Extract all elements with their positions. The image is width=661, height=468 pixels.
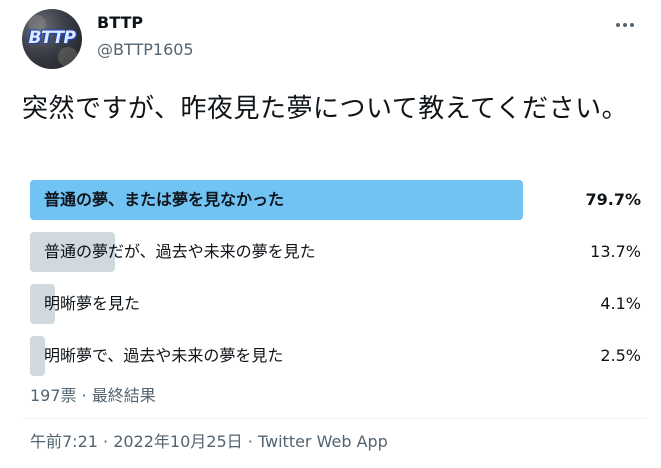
poll-option-label: 普通の夢、または夢を見なかった	[44, 190, 285, 209]
poll-summary: 197票 · 最終結果	[30, 386, 156, 405]
tweet-timestamp[interactable]: 午前7:21 · 2022年10月25日 · Twitter Web App	[30, 428, 388, 452]
poll-option-label: 普通の夢だが、過去や未来の夢を見た	[44, 242, 316, 261]
author-name[interactable]: BTTP	[97, 13, 143, 32]
poll-result-bar	[30, 336, 45, 376]
poll-option-percent: 79.7%	[585, 190, 641, 209]
poll-option-percent: 13.7%	[590, 242, 641, 261]
tweet-text: 突然ですが、昨夜見た夢について教えてください。	[22, 94, 629, 124]
more-horizontal-icon[interactable]	[612, 14, 638, 36]
poll: 普通の夢、または夢を見なかった 79.7% 普通の夢だが、過去や未来の夢を見た …	[22, 180, 647, 388]
avatar-decoration	[58, 47, 78, 67]
more-dot	[630, 23, 634, 27]
poll-option-percent: 2.5%	[600, 346, 641, 365]
avatar-logo: BTTP	[28, 28, 77, 48]
divider	[22, 418, 647, 419]
poll-option: 明晰夢を見た 4.1%	[22, 284, 647, 324]
more-dot	[623, 23, 627, 27]
poll-option-label: 明晰夢で、過去や未来の夢を見た	[44, 346, 284, 365]
author-handle[interactable]: @BTTP1605	[97, 40, 194, 59]
more-dot	[616, 23, 620, 27]
poll-option: 明晰夢で、過去や未来の夢を見た 2.5%	[22, 336, 647, 376]
poll-option-label: 明晰夢を見た	[44, 294, 141, 313]
poll-option-percent: 4.1%	[600, 294, 641, 313]
poll-option: 普通の夢、または夢を見なかった 79.7%	[22, 180, 647, 220]
avatar[interactable]: BTTP	[22, 9, 82, 69]
poll-option: 普通の夢だが、過去や未来の夢を見た 13.7%	[22, 232, 647, 272]
